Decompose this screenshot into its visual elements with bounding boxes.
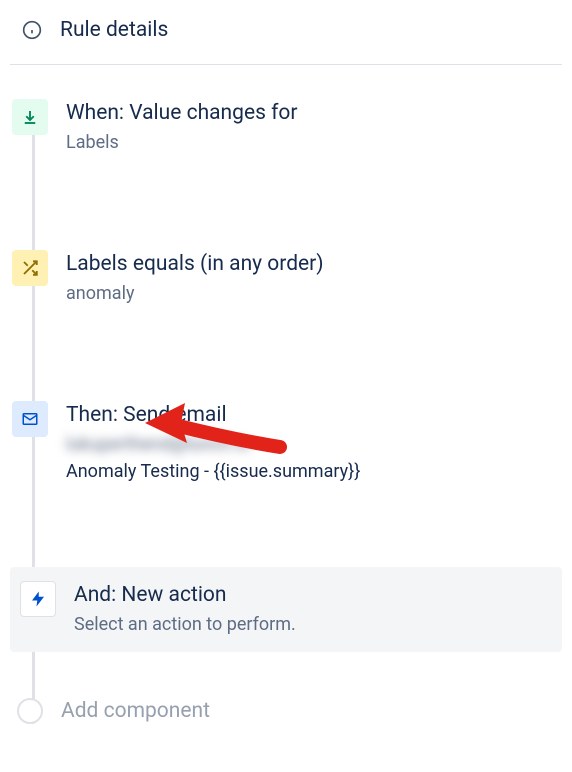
step-trigger[interactable]: When: Value changes for Labels [10,87,562,168]
step-trigger-content: When: Value changes for Labels [66,99,552,156]
step-new-action-title: And: New action [74,583,552,607]
step-new-action-content: And: New action Select an action to perf… [74,581,552,638]
divider [10,64,562,65]
header-title: Rule details [60,18,168,42]
add-component-label: Add component [61,699,210,723]
step-condition-title: Labels equals (in any order) [66,252,552,276]
step-action-email-title: Then: Send email [66,403,552,427]
add-circle-icon [17,698,43,724]
step-action-email-content: Then: Send email lukuperthend@lunch.io A… [66,401,552,485]
add-component-button[interactable]: Add component [10,688,562,724]
condition-icon [12,250,48,286]
email-icon [12,401,48,437]
step-condition-subtitle: anomaly [66,280,552,307]
header-rule-details[interactable]: Rule details [0,0,572,64]
step-action-email-recipient: lukuperthend@lunch.io [66,431,552,458]
trigger-icon [12,99,48,135]
step-action-email-subject: Anomaly Testing - {{issue.summary}} [66,458,552,485]
step-condition-content: Labels equals (in any order) anomaly [66,250,552,307]
step-trigger-subtitle: Labels [66,129,552,156]
new-action-icon [20,581,56,617]
step-new-action-subtitle: Select an action to perform. [74,611,552,638]
step-new-action[interactable]: And: New action Select an action to perf… [10,567,562,652]
step-trigger-title: When: Value changes for [66,101,552,125]
info-icon [22,20,42,40]
step-condition[interactable]: Labels equals (in any order) anomaly [10,238,562,319]
redacted-email: lukuperthend@lunch.io [66,431,250,458]
rule-timeline: When: Value changes for Labels Labels eq… [0,87,572,724]
step-action-email[interactable]: Then: Send email lukuperthend@lunch.io A… [10,389,562,497]
